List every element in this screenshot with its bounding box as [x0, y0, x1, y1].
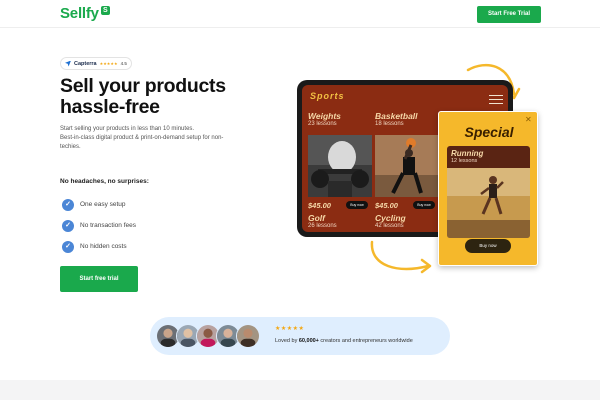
course-title: Cycling — [375, 213, 406, 223]
capterra-logo-icon — [65, 60, 71, 67]
course-buy-button[interactable]: Buy now — [413, 201, 435, 209]
logo-badge-icon: S — [100, 6, 110, 15]
store-brand: Sports — [310, 91, 345, 101]
rating-stars-icon: ★★★★★ — [275, 326, 305, 332]
next-section-band — [0, 380, 600, 400]
hamburger-menu-icon — [489, 95, 503, 104]
logo-text: Sellfy — [60, 5, 99, 22]
course-title: Weights — [308, 111, 341, 121]
course-price: $45.00 — [308, 201, 331, 210]
basketball-photo — [375, 135, 439, 197]
feature-item: ✓ No transaction fees — [62, 215, 136, 236]
check-icon: ✓ — [62, 198, 74, 211]
course-lessons: 26 lessons — [308, 223, 337, 229]
course-title: Golf — [308, 213, 325, 223]
special-course: Running 12 lessons — [447, 146, 530, 238]
creator-avatars — [156, 324, 260, 348]
proof-count: 60,000+ — [298, 338, 319, 344]
course-price: $45.00 — [375, 201, 398, 210]
avatar — [236, 324, 260, 348]
special-course-lessons: 12 lessons — [451, 158, 478, 164]
hero-subtitle: Start selling your products in less than… — [60, 125, 275, 152]
close-icon[interactable]: ✕ — [525, 115, 532, 124]
proof-suffix: creators and entrepreneurs worldwide — [318, 338, 413, 344]
hero-title: Sell your products hassle-free — [60, 75, 226, 118]
course-card-golf: Golf 26 lessons — [308, 213, 372, 232]
feature-list: ✓ One easy setup ✓ No transaction fees ✓… — [62, 194, 136, 257]
feature-item: ✓ One easy setup — [62, 194, 136, 215]
header-start-trial-button[interactable]: Start Free Trial — [477, 6, 541, 23]
special-course-title: Running — [451, 149, 484, 158]
feature-label: One easy setup — [80, 201, 126, 208]
course-title: Basketball — [375, 111, 418, 121]
check-icon: ✓ — [62, 240, 74, 253]
site-header: Sellfy S Start Free Trial — [0, 0, 600, 28]
capterra-badge[interactable]: Capterra ★★★★★ 4.5 — [60, 57, 132, 70]
course-card-weights: Weights 23 lessons $45.00 Buy now — [308, 111, 372, 211]
feature-label: No hidden costs — [80, 243, 127, 250]
check-icon: ✓ — [62, 219, 74, 232]
hero-subtitle-line: Start selling your products in less than… — [60, 126, 195, 132]
course-lessons: 42 lessons — [375, 223, 404, 229]
capterra-stars: ★★★★★ — [99, 61, 118, 66]
feature-label: No transaction fees — [80, 222, 137, 229]
proof-prefix: Loved by — [275, 338, 299, 344]
course-card-basketball: Basketball 18 lessons $45.00 Buy now — [375, 111, 439, 211]
course-lessons: 23 lessons — [308, 121, 337, 127]
running-photo — [447, 168, 530, 238]
course-lessons: 18 lessons — [375, 121, 404, 127]
hero-subtitle-line: techies. — [60, 144, 81, 150]
special-offer-card: ✕ Special Running 12 lessons Buy now — [438, 111, 538, 266]
social-proof-text: Loved by 60,000+ creators and entreprene… — [275, 338, 413, 344]
social-proof-banner: ★★★★★ Loved by 60,000+ creators and entr… — [150, 317, 450, 355]
course-card-cycling: Cycling 42 lessons — [375, 213, 439, 232]
curved-arrow-bottom-icon — [370, 240, 432, 274]
course-buy-button[interactable]: Buy now — [346, 201, 368, 209]
special-title: Special — [464, 124, 514, 140]
weights-photo — [308, 135, 372, 197]
features-heading: No headaches, no surprises: — [60, 178, 149, 185]
special-buy-button[interactable]: Buy now — [465, 239, 511, 253]
sellfy-logo[interactable]: Sellfy S — [60, 5, 110, 22]
hero-start-trial-button[interactable]: Start free trial — [60, 266, 138, 292]
capterra-name: Capterra — [74, 60, 97, 67]
feature-item: ✓ No hidden costs — [62, 236, 136, 257]
capterra-rating: 4.5 — [120, 61, 127, 66]
hero-subtitle-line: Best-in-class digital product & print-on… — [60, 135, 224, 141]
